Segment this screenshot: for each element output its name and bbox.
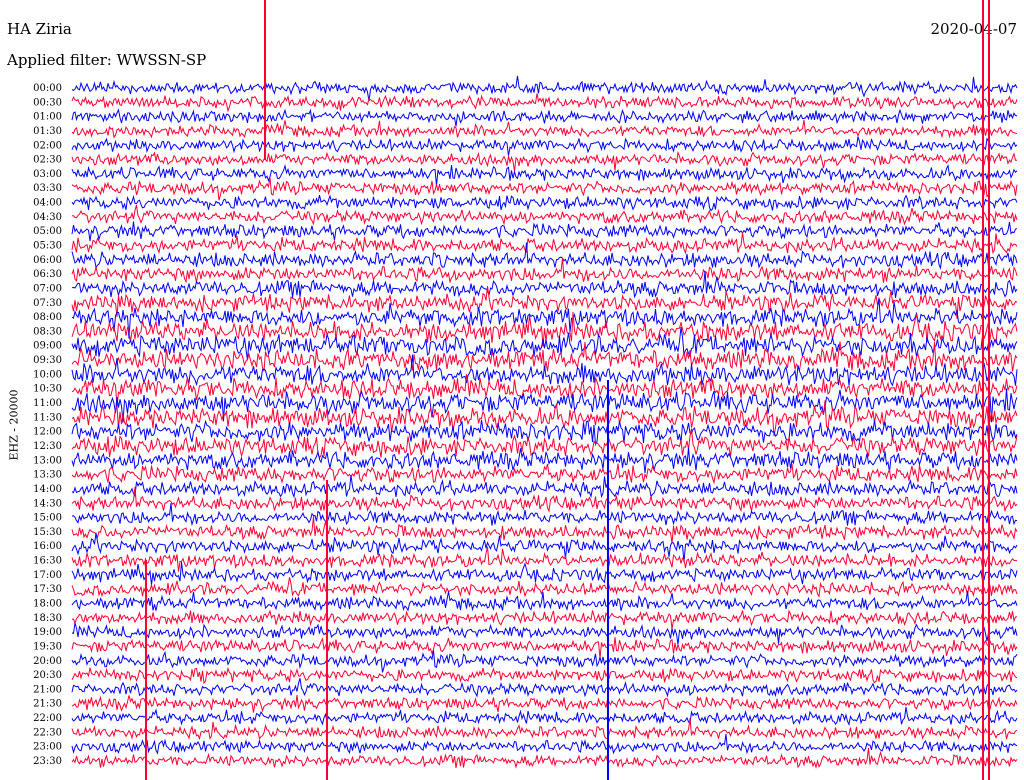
row-time-label: 22:30: [33, 727, 62, 738]
trace-row: [71, 666, 1018, 685]
row-time-label: 18:30: [33, 613, 62, 624]
row-time-label: 09:00: [33, 341, 62, 352]
row-time-label: 16:00: [33, 541, 62, 552]
row-time-label: 06:00: [33, 255, 62, 266]
row-time-label: 19:30: [33, 641, 62, 652]
trace-row: [71, 503, 1018, 527]
row-time-label: 14:30: [33, 498, 62, 509]
row-time-label: 09:30: [33, 355, 62, 366]
trace-row: [71, 136, 1018, 156]
row-time-label: 03:30: [33, 183, 62, 194]
row-time-label: 00:00: [33, 83, 62, 94]
trace-row: [71, 258, 1018, 284]
row-time-label: 20:00: [33, 656, 62, 667]
row-time-label: 10:00: [33, 369, 62, 380]
row-time-label: 10:30: [33, 384, 62, 395]
row-time-label: 01:30: [33, 126, 62, 137]
trace-row: [71, 590, 1018, 612]
row-time-label: 07:30: [33, 298, 62, 309]
row-time-label: 17:00: [33, 570, 62, 581]
row-time-label: 22:00: [33, 713, 62, 724]
trace-row: [71, 108, 1018, 127]
row-time-label: 01:00: [33, 112, 62, 123]
row-time-label: 02:00: [33, 140, 62, 151]
trace-row: [71, 475, 1018, 499]
row-time-label: 15:00: [33, 513, 62, 524]
trace-row: [71, 163, 1018, 186]
row-time-label: 04:00: [33, 198, 62, 209]
row-time-label: 23:30: [33, 756, 62, 767]
row-time-label: 00:30: [33, 97, 62, 108]
helicorder-plot: 00:00 00:30 01:00 01:30 02:00 02:30 03:00 03:30…: [33, 0, 1018, 780]
trace-row: [71, 718, 1018, 741]
row-time-label: 20:30: [33, 670, 62, 681]
trace-row: [71, 747, 1018, 770]
trace-row: [71, 150, 1017, 172]
trace-row: [71, 609, 1018, 630]
row-time-label: 16:30: [33, 556, 62, 567]
trace-row: [71, 232, 1018, 255]
row-time-label: 21:00: [33, 684, 62, 695]
trace-row: [71, 694, 1018, 713]
row-time-label: 03:00: [33, 169, 62, 180]
row-time-label: 15:30: [33, 527, 62, 538]
row-time-label: 13:00: [33, 455, 62, 466]
row-time-label: 14:00: [33, 484, 62, 495]
row-time-label: 19:00: [33, 627, 62, 638]
row-time-label: 07:00: [33, 283, 62, 294]
row-time-label: 02:30: [33, 155, 62, 166]
row-time-label: 08:30: [33, 326, 62, 337]
trace-row: [71, 577, 1018, 598]
trace-row: [71, 706, 1018, 726]
row-time-label: 13:30: [33, 470, 62, 481]
row-time-label: 08:00: [33, 312, 62, 323]
row-time-label: 04:30: [33, 212, 62, 223]
row-time-label: 11:00: [33, 398, 62, 409]
trace-row: [71, 75, 1018, 102]
trace-row: [71, 93, 1018, 113]
trace-row: [71, 400, 1018, 437]
row-time-label: 17:30: [33, 584, 62, 595]
row-time-label: 21:30: [33, 699, 62, 710]
row-time-label: 05:30: [33, 241, 62, 252]
trace-row: [71, 678, 1018, 698]
row-time-label: 11:30: [33, 412, 62, 423]
trace-row: [71, 354, 1018, 387]
row-time-label: 06:30: [33, 269, 62, 280]
row-time-label: 23:00: [33, 742, 62, 753]
row-time-label: 12:30: [33, 441, 62, 452]
trace-row: [71, 532, 1018, 563]
trace-row: [71, 650, 1018, 673]
trace-row: [71, 221, 1018, 242]
trace-row: [71, 463, 1018, 485]
trace-row: [71, 177, 1018, 201]
row-time-label: 12:00: [33, 427, 62, 438]
trace-row: [72, 204, 1018, 226]
row-time-label: 18:00: [33, 598, 62, 609]
trace-row: [71, 637, 1018, 659]
row-time-label: 05:00: [33, 226, 62, 237]
trace-row: [71, 194, 1018, 212]
